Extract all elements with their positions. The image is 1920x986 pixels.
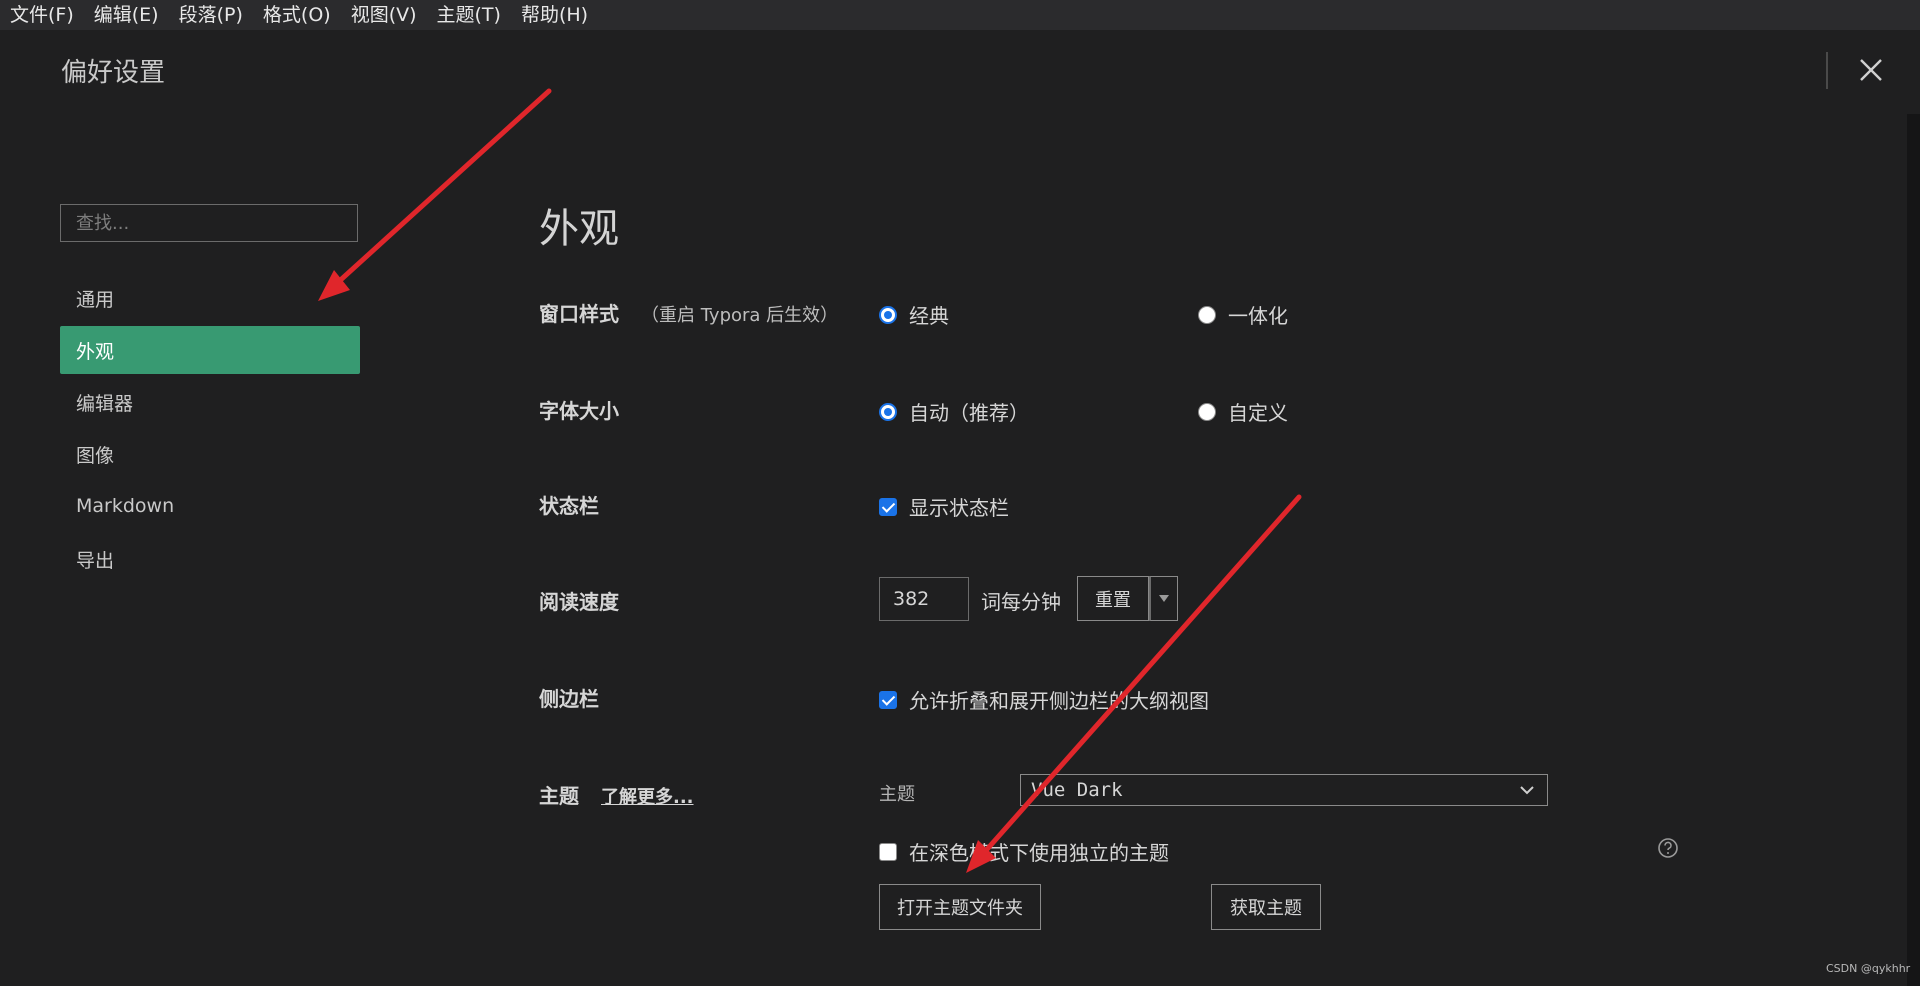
radio-window-unified[interactable]: 一体化	[1198, 300, 1288, 329]
theme-label: 主题 了解更多...	[539, 780, 694, 809]
header-divider	[1826, 52, 1828, 89]
radio-window-classic[interactable]: 经典	[879, 300, 949, 329]
arrow-line-sidebar	[332, 88, 552, 288]
sidebar-item-export[interactable]: 导出	[60, 535, 360, 583]
reset-button[interactable]: 重置	[1077, 576, 1149, 621]
checkbox-label: 显示状态栏	[909, 496, 1009, 520]
reading-speed-label: 阅读速度	[539, 590, 619, 614]
window-style-note: （重启 Typora 后生效）	[641, 305, 839, 326]
menu-paragraph[interactable]: 段落(P)	[169, 0, 253, 30]
window-style-label-text: 窗口样式	[539, 302, 619, 326]
radio-indicator[interactable]	[1198, 305, 1216, 324]
reset-dropdown-button[interactable]	[1149, 576, 1178, 621]
theme-label-text: 主题	[539, 784, 579, 808]
menu-theme[interactable]: 主题(T)	[427, 0, 511, 30]
menubar: 文件(F) 编辑(E) 段落(P) 格式(O) 视图(V) 主题(T) 帮助(H…	[0, 0, 1920, 30]
scrollbar[interactable]	[1907, 114, 1920, 986]
reading-speed-input[interactable]: 382	[879, 577, 969, 621]
get-themes-button[interactable]: 获取主题	[1211, 884, 1321, 930]
menu-format[interactable]: 格式(O)	[253, 0, 341, 30]
radio-font-auto[interactable]: 自动（推荐）	[879, 397, 1029, 426]
theme-select[interactable]: Vue Dark	[1020, 774, 1548, 806]
radio-label: 一体化	[1228, 304, 1288, 328]
close-button[interactable]	[1853, 52, 1889, 88]
radio-font-custom[interactable]: 自定义	[1198, 397, 1288, 426]
dialog-title: 偏好设置	[61, 58, 166, 88]
window-style-label: 窗口样式 （重启 Typora 后生效）	[539, 298, 838, 327]
watermark: CSDN @qykhhr	[1826, 962, 1911, 975]
font-size-label: 字体大小	[539, 399, 619, 423]
radio-label: 自定义	[1228, 401, 1288, 425]
radio-indicator[interactable]	[879, 402, 897, 421]
checkbox-sidebar-outline[interactable]: 允许折叠和展开侧边栏的大纲视图	[879, 685, 1209, 714]
sidebar-item-editor[interactable]: 编辑器	[60, 378, 360, 426]
sidebar-item-image[interactable]: 图像	[60, 430, 360, 478]
checkbox-indicator[interactable]	[879, 690, 897, 709]
sidebar-item-markdown[interactable]: Markdown	[60, 482, 360, 530]
menu-file[interactable]: 文件(F)	[0, 0, 84, 30]
close-icon	[1860, 59, 1882, 81]
menu-edit[interactable]: 编辑(E)	[84, 0, 169, 30]
section-title: 外观	[539, 206, 619, 252]
checkbox-indicator[interactable]	[879, 842, 897, 861]
checkbox-show-status-bar[interactable]: 显示状态栏	[879, 492, 1009, 521]
radio-indicator[interactable]	[879, 305, 897, 324]
radio-label: 自动（推荐）	[909, 401, 1029, 425]
help-icon[interactable]	[1657, 837, 1679, 859]
open-theme-folder-button[interactable]: 打开主题文件夹	[879, 884, 1041, 930]
search-input[interactable]	[60, 204, 358, 242]
menu-view[interactable]: 视图(V)	[341, 0, 427, 30]
chevron-down-icon	[1520, 786, 1534, 795]
checkbox-label: 在深色模式下使用独立的主题	[909, 841, 1169, 865]
theme-sub-label: 主题	[879, 784, 915, 805]
caret-down-icon	[1159, 594, 1169, 602]
sidebar-item-general[interactable]: 通用	[60, 274, 360, 322]
checkbox-indicator[interactable]	[879, 497, 897, 516]
learn-more-link[interactable]: 了解更多...	[601, 787, 694, 808]
checkbox-dark-mode-theme[interactable]: 在深色模式下使用独立的主题	[879, 837, 1169, 866]
menu-help[interactable]: 帮助(H)	[511, 0, 598, 30]
status-bar-label: 状态栏	[539, 494, 599, 518]
checkbox-label: 允许折叠和展开侧边栏的大纲视图	[909, 689, 1209, 713]
sidebar-option-label: 侧边栏	[539, 687, 599, 711]
theme-select-value: Vue Dark	[1031, 779, 1123, 801]
radio-indicator[interactable]	[1198, 402, 1216, 421]
sidebar-item-appearance[interactable]: 外观	[60, 326, 360, 374]
radio-label: 经典	[909, 304, 949, 328]
reading-speed-unit: 词每分钟	[981, 590, 1061, 614]
